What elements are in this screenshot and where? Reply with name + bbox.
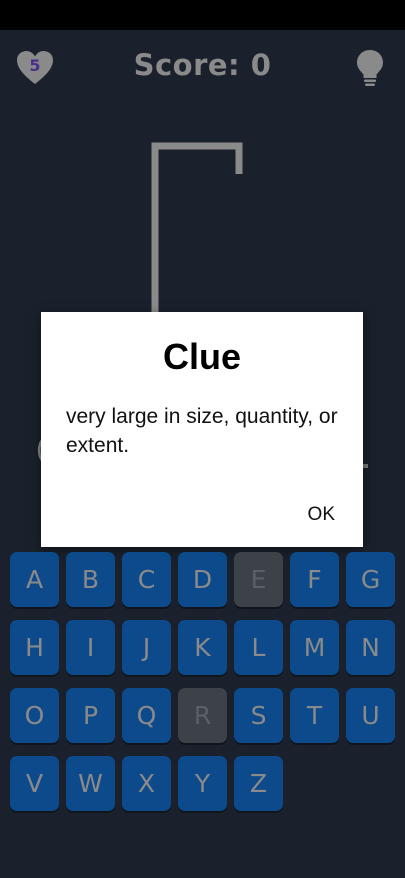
key-w[interactable]: W [66,756,115,811]
key-o[interactable]: O [10,688,59,743]
key-p[interactable]: P [66,688,115,743]
dialog-title: Clue [162,336,241,377]
key-c[interactable]: C [122,552,171,607]
key-j[interactable]: J [122,620,171,675]
clue-text: very large in size, quantity, or extent. [66,405,338,457]
key-s[interactable]: S [234,688,283,743]
key-t[interactable]: T [290,688,339,743]
key-f[interactable]: F [290,552,339,607]
key-h[interactable]: H [10,620,59,675]
key-e[interactable]: E [234,552,283,607]
key-i[interactable]: I [66,620,115,675]
key-m[interactable]: M [290,620,339,675]
key-v[interactable]: V [10,756,59,811]
key-d[interactable]: D [178,552,227,607]
key-q[interactable]: Q [122,688,171,743]
key-g[interactable]: G [346,552,395,607]
key-r[interactable]: R [178,688,227,743]
ok-button[interactable]: OK [304,502,339,528]
key-x[interactable]: X [122,756,171,811]
key-z[interactable]: Z [234,756,283,811]
key-k[interactable]: K [178,620,227,675]
key-b[interactable]: B [66,552,115,607]
key-n[interactable]: N [346,620,395,675]
key-a[interactable]: A [10,552,59,607]
clue-dialog: Clue very large in size, quantity, or ex… [41,312,363,547]
key-y[interactable]: Y [178,756,227,811]
key-u[interactable]: U [346,688,395,743]
key-l[interactable]: L [234,620,283,675]
